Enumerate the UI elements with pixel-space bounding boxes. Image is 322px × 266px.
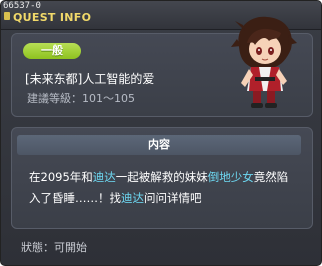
recommended-level: 建議等級：101～105 xyxy=(27,92,135,105)
quest-icon xyxy=(4,12,10,20)
quest-description: 在2095年和迪达一起被解救的妹妹倒地少女竟然陷 入了昏睡……！找迪达问问详情吧 xyxy=(29,167,297,209)
npc-portrait-icon xyxy=(231,16,297,108)
description-line-1: 在2095年和迪达一起被解救的妹妹倒地少女竟然陷 xyxy=(29,167,297,188)
npc-link-dida[interactable]: 迪达 xyxy=(121,191,144,205)
npc-link-fallen-girl[interactable]: 倒地少女 xyxy=(208,170,254,184)
quest-status: 狀態：可開始 xyxy=(21,241,87,254)
description-text: 一起被解救的妹妹 xyxy=(115,170,208,184)
window-id: 66537-0 xyxy=(3,1,41,11)
description-text: 问问详情吧 xyxy=(144,191,202,205)
npc-link-dida[interactable]: 迪达 xyxy=(93,170,116,184)
description-line-2: 入了昏睡……！找迪达问问详情吧 xyxy=(29,188,297,209)
quest-info-window: 66537-0 QUEST INFO 一般 [未来东都]人工智能的爱 建議等級：… xyxy=(0,0,322,266)
quest-type-badge: 一般 xyxy=(23,43,81,59)
description-text: 竟然陷 xyxy=(253,170,289,184)
content-header: 内容 xyxy=(17,135,301,155)
quest-name: [未来东都]人工智能的爱 xyxy=(25,72,155,86)
description-text: 在2095年和 xyxy=(29,170,93,184)
description-text: 入了昏睡……！找 xyxy=(29,191,121,205)
window-title: QUEST INFO xyxy=(13,11,92,24)
